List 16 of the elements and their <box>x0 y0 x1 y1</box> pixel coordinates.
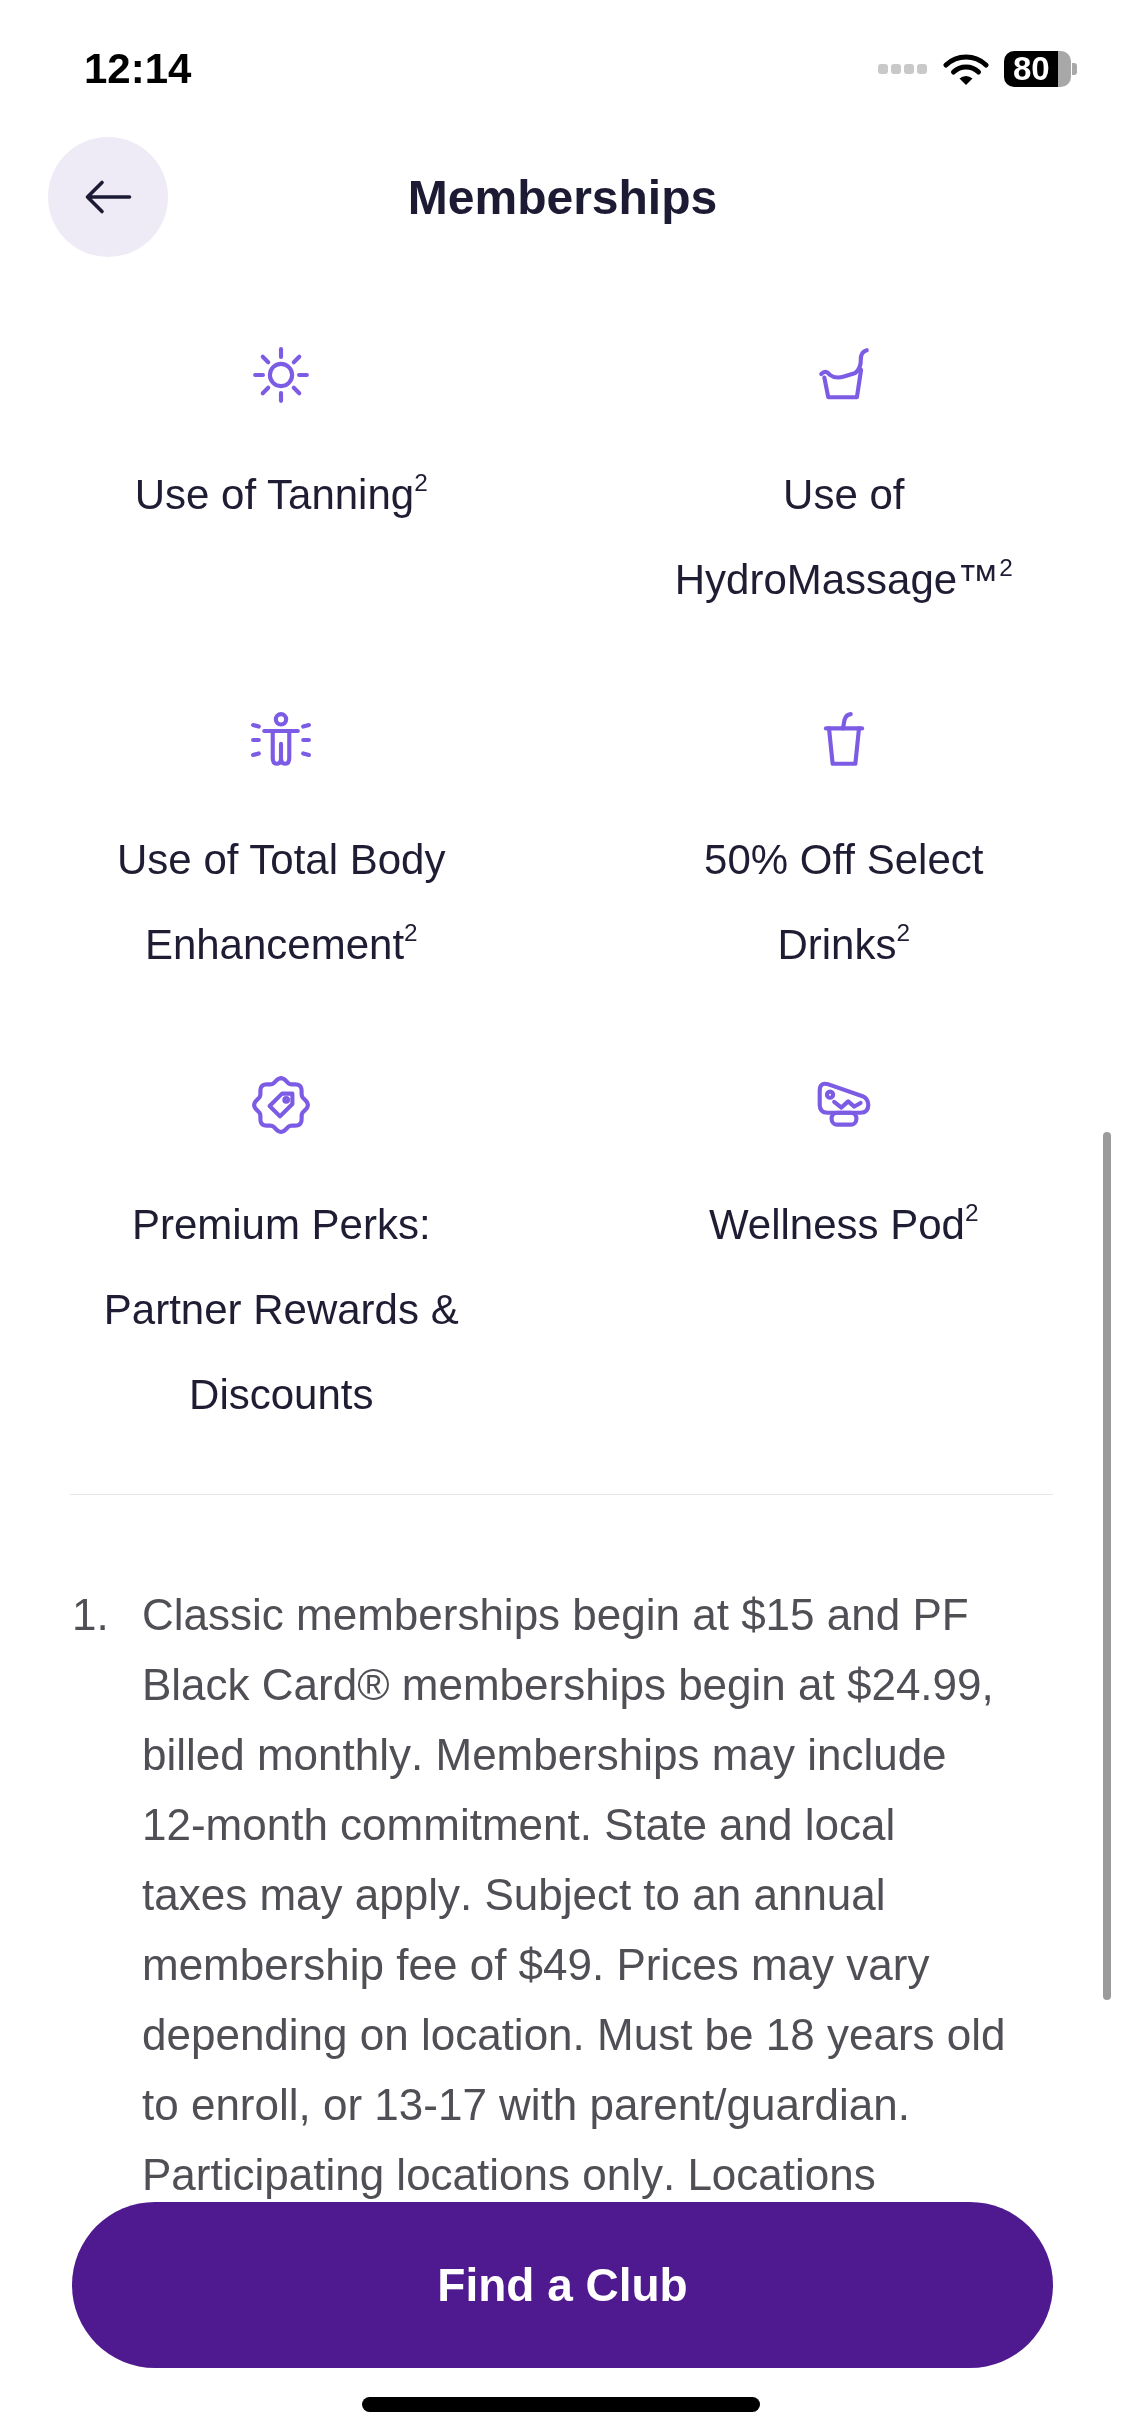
find-club-button[interactable]: Find a Club <box>72 2202 1053 2368</box>
feature-label: Use of HydroMassage™$^{2}$ <box>673 470 1014 605</box>
feature-label: 50% Off Select Drinks$^{2}$ <box>703 835 985 970</box>
status-time: 12:14 <box>84 44 192 93</box>
signal-icon <box>878 63 928 74</box>
footnote-text: Classic memberships begin at $15 and PF Black Card® memberships begin at $24.99, billed monthly. Memberships may include 12-month commitment. State and local taxes may apply. Subject to an annual membership fee of $49. Prices may vary depending on location. Must be 18 years old to enroll, or 13-17 with parent/guardian. <box>142 1589 1007 2131</box>
feature-label: Premium Perks: Partner Rewards & Discounts <box>102 1200 460 1420</box>
footnote-text: Participating locations only. Locations <box>142 2150 877 2200</box>
tag-badge-icon <box>250 1074 313 1136</box>
battery-indicator: 80 <box>1004 50 1077 87</box>
footnote-number: 1. <box>72 1589 110 1641</box>
arrow-left-icon <box>84 179 132 215</box>
feature-label: Wellness Pod$^{2}$ <box>708 1197 979 1250</box>
feature-label: Use of Total Body Enhancement$^{2}$ <box>116 835 447 970</box>
page-title: Memberships <box>407 169 718 225</box>
feature-label: Use of Tanning$^{2}$ <box>134 467 428 520</box>
